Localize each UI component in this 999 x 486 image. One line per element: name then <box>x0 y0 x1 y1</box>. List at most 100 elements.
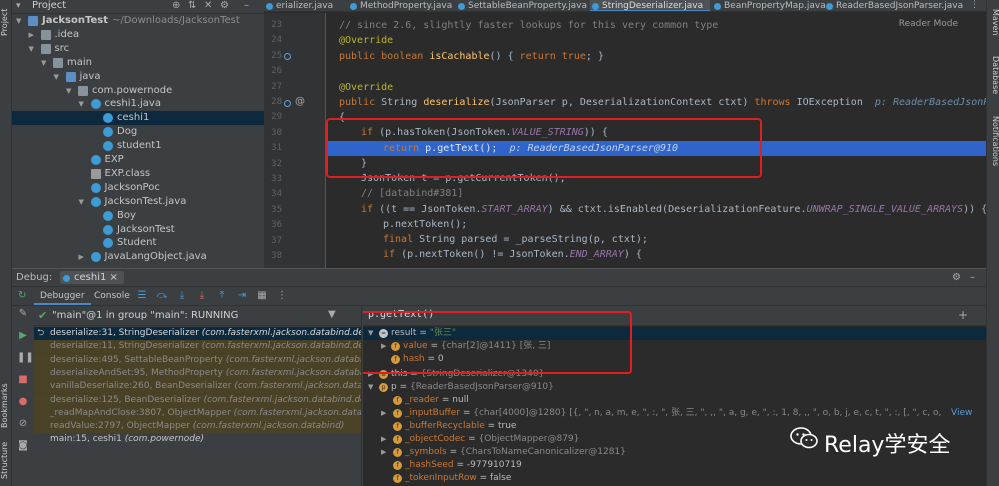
tree-item[interactable]: ▼ java <box>12 70 264 84</box>
database-tool-tab[interactable]: Database <box>988 50 999 100</box>
editor-tab[interactable]: MethodProperty.java <box>348 0 454 11</box>
tree-item[interactable]: Dog <box>12 125 264 139</box>
pause-icon[interactable]: ❚❚ <box>17 352 34 364</box>
stack-frame[interactable]: _readMapAndClose:3807, ObjectMapper (com… <box>34 406 361 420</box>
chevron-down-icon[interactable]: ▼ <box>54 70 59 84</box>
editor-tab-active[interactable]: StringDeserializer.java <box>590 0 710 11</box>
debug-config-tab[interactable]: ceshi1 × <box>60 271 124 284</box>
editor-tab[interactable]: SettableBeanProperty.java <box>456 0 588 11</box>
tree-item[interactable]: student1 <box>12 139 264 153</box>
chevron-down-icon[interactable]: ▼ <box>79 195 84 209</box>
class-icon <box>826 3 833 10</box>
tree-item[interactable]: ▶ .idea <box>12 28 264 42</box>
tab-console[interactable]: Console <box>88 289 136 303</box>
step-into-icon[interactable]: ⤓ <box>176 290 188 302</box>
tree-item[interactable]: Student <box>12 236 264 250</box>
code-editor[interactable]: 23 24 25 26 27 28 29 30 31 32 33 34 35 36 37 38 Reader … <box>264 13 986 268</box>
step-out-icon[interactable]: ⤒ <box>216 290 228 302</box>
force-step-into-icon[interactable]: ⤓ <box>196 290 208 302</box>
var-row-reader[interactable]: f _reader = null <box>363 394 986 407</box>
var-row-hashseed[interactable]: f _hashSeed = -977910719 <box>363 459 986 472</box>
project-panel-title[interactable]: Project <box>32 0 66 11</box>
class-icon <box>350 3 357 10</box>
tree-item[interactable]: JacksonPoc <box>12 181 264 195</box>
thread-selector[interactable]: ✔ "main"@1 in group "main": RUNNING ▼ <box>34 306 361 326</box>
tree-item[interactable]: EXP <box>12 153 264 167</box>
chevron-down-icon[interactable]: ▼ <box>16 14 21 28</box>
tree-item[interactable]: ▼ com.powernode <box>12 84 264 98</box>
structure-tool-tab[interactable]: Structure <box>0 438 12 482</box>
chevron-right-icon[interactable]: ▶ <box>381 433 386 446</box>
add-watch-icon[interactable]: + <box>958 308 968 322</box>
evaluate-expression-icon[interactable]: ▦ <box>256 290 268 302</box>
tab-debugger[interactable]: Debugger <box>34 289 91 305</box>
tree-item[interactable]: ▶ JavaLangObject.java <box>12 250 264 264</box>
stack-frame[interactable]: deserialize:11, StringDeserializer (com.… <box>34 340 361 354</box>
tree-item-label: Dog <box>117 126 138 138</box>
tree-item-label: EXP.class <box>104 167 151 179</box>
more-tabs-icon[interactable]: ⋮ <box>970 0 979 10</box>
project-tool-tab[interactable]: Project <box>0 4 12 40</box>
tree-item[interactable]: ▼ main <box>12 56 264 70</box>
chevron-right-icon[interactable]: ▶ <box>381 407 386 420</box>
chevron-down-icon[interactable]: ▼ <box>79 97 84 111</box>
stack-frame[interactable]: readValue:2797, ObjectMapper (com.faster… <box>34 420 361 434</box>
chevron-down-icon[interactable]: ▼ <box>66 84 71 98</box>
maven-tool-tab[interactable]: Maven <box>988 4 999 40</box>
editor-tab[interactable]: ReaderBasedJsonParser.java <box>824 0 964 11</box>
tree-item[interactable]: ▼ JacksonTest.java <box>12 195 264 209</box>
stop-icon[interactable]: ■ <box>17 374 29 386</box>
stack-frame[interactable]: deserialize:125, BeanDeserializer (com.f… <box>34 393 361 407</box>
editor-tab[interactable]: BeanPropertyMap.java <box>712 0 826 11</box>
stack-frame[interactable]: deserializeAndSet:95, MethodProperty (co… <box>34 366 361 380</box>
chevron-down-icon[interactable]: ▼ <box>29 42 34 56</box>
mute-breakpoints-icon[interactable]: ⊘ <box>17 418 29 430</box>
cls-icon <box>90 196 101 207</box>
override-gutter-icon[interactable] <box>284 53 291 60</box>
stack-frame[interactable]: main:15, ceshi1 (com.powernode) <box>34 433 361 446</box>
stack-frame[interactable]: vanillaDeserialize:260, BeanDeserializer… <box>34 380 361 394</box>
view-link[interactable]: View <box>951 407 972 420</box>
run-to-cursor-icon[interactable]: ⇥ <box>236 290 248 302</box>
minimize-icon[interactable]: – <box>244 0 249 11</box>
more-options-icon[interactable]: ⋮ <box>276 290 288 302</box>
chevron-down-icon[interactable]: ▾ <box>16 1 21 11</box>
var-row-tokeninputrow[interactable]: f _tokenInputRow = false <box>363 472 986 485</box>
chevron-down-icon[interactable]: ▼ <box>368 381 373 394</box>
locate-icon[interactable]: ⊕ <box>172 0 180 11</box>
tree-item[interactable]: JacksonTest <box>12 223 264 237</box>
tree-item[interactable]: ▼ src <box>12 42 264 56</box>
stack-frame[interactable]: deserialize:495, SettableBeanProperty (c… <box>34 353 361 367</box>
stack-frame[interactable]: ⮌ deserialize:31, StringDeserializer (com… <box>34 327 361 340</box>
chevron-down-icon[interactable]: ▼ <box>41 56 46 70</box>
minimize-icon[interactable]: – <box>970 272 975 283</box>
bookmarks-tool-tab[interactable]: Bookmarks <box>0 382 12 430</box>
var-row-inputbuffer[interactable]: ▶ f _inputBuffer = {char[4000]@1280} [{,… <box>363 407 986 420</box>
step-over-icon[interactable]: ⤼ <box>156 290 168 302</box>
tree-item[interactable]: ▼ JacksonTest ~/Downloads/JacksonTest <box>12 14 264 28</box>
tree-item[interactable]: Boy <box>12 209 264 223</box>
chevron-right-icon[interactable]: ▶ <box>29 28 34 42</box>
notifications-tool-tab[interactable]: Notifications <box>988 108 999 174</box>
expand-icon[interactable]: ⇅ <box>188 0 196 11</box>
collapse-icon[interactable]: ✕ <box>204 0 212 11</box>
tree-item-label: JacksonPoc <box>104 181 160 193</box>
tree-item[interactable]: ▼ ceshi1.java <box>12 97 264 111</box>
resume-icon[interactable]: ▶ <box>17 330 29 342</box>
reader-mode-toggle[interactable]: Reader Mode <box>899 19 958 29</box>
tree-item[interactable]: ceshi1 <box>12 111 264 126</box>
gear-icon[interactable]: ⚙ <box>952 272 961 283</box>
view-breakpoints-icon[interactable]: ● <box>17 396 29 408</box>
chevron-right-icon[interactable]: ▶ <box>79 250 84 264</box>
override-gutter-icon[interactable] <box>284 100 291 107</box>
tree-item[interactable]: EXP.class <box>12 167 264 181</box>
rerun-icon[interactable]: ↻ <box>18 290 26 301</box>
filter-icon[interactable]: ▼ <box>328 309 336 320</box>
var-row-p[interactable]: ▼ p p = {ReaderBasedJsonParser@910} <box>363 381 986 394</box>
show-execution-point-icon[interactable]: ☰ <box>136 290 148 302</box>
camera-icon[interactable]: ◙ <box>17 440 29 452</box>
gear-icon[interactable]: ⚙ <box>220 0 229 11</box>
chevron-right-icon[interactable]: ▶ <box>381 446 386 459</box>
wrench-icon[interactable]: ✎ <box>17 308 29 320</box>
editor-tab[interactable]: erializer.java <box>264 0 346 11</box>
